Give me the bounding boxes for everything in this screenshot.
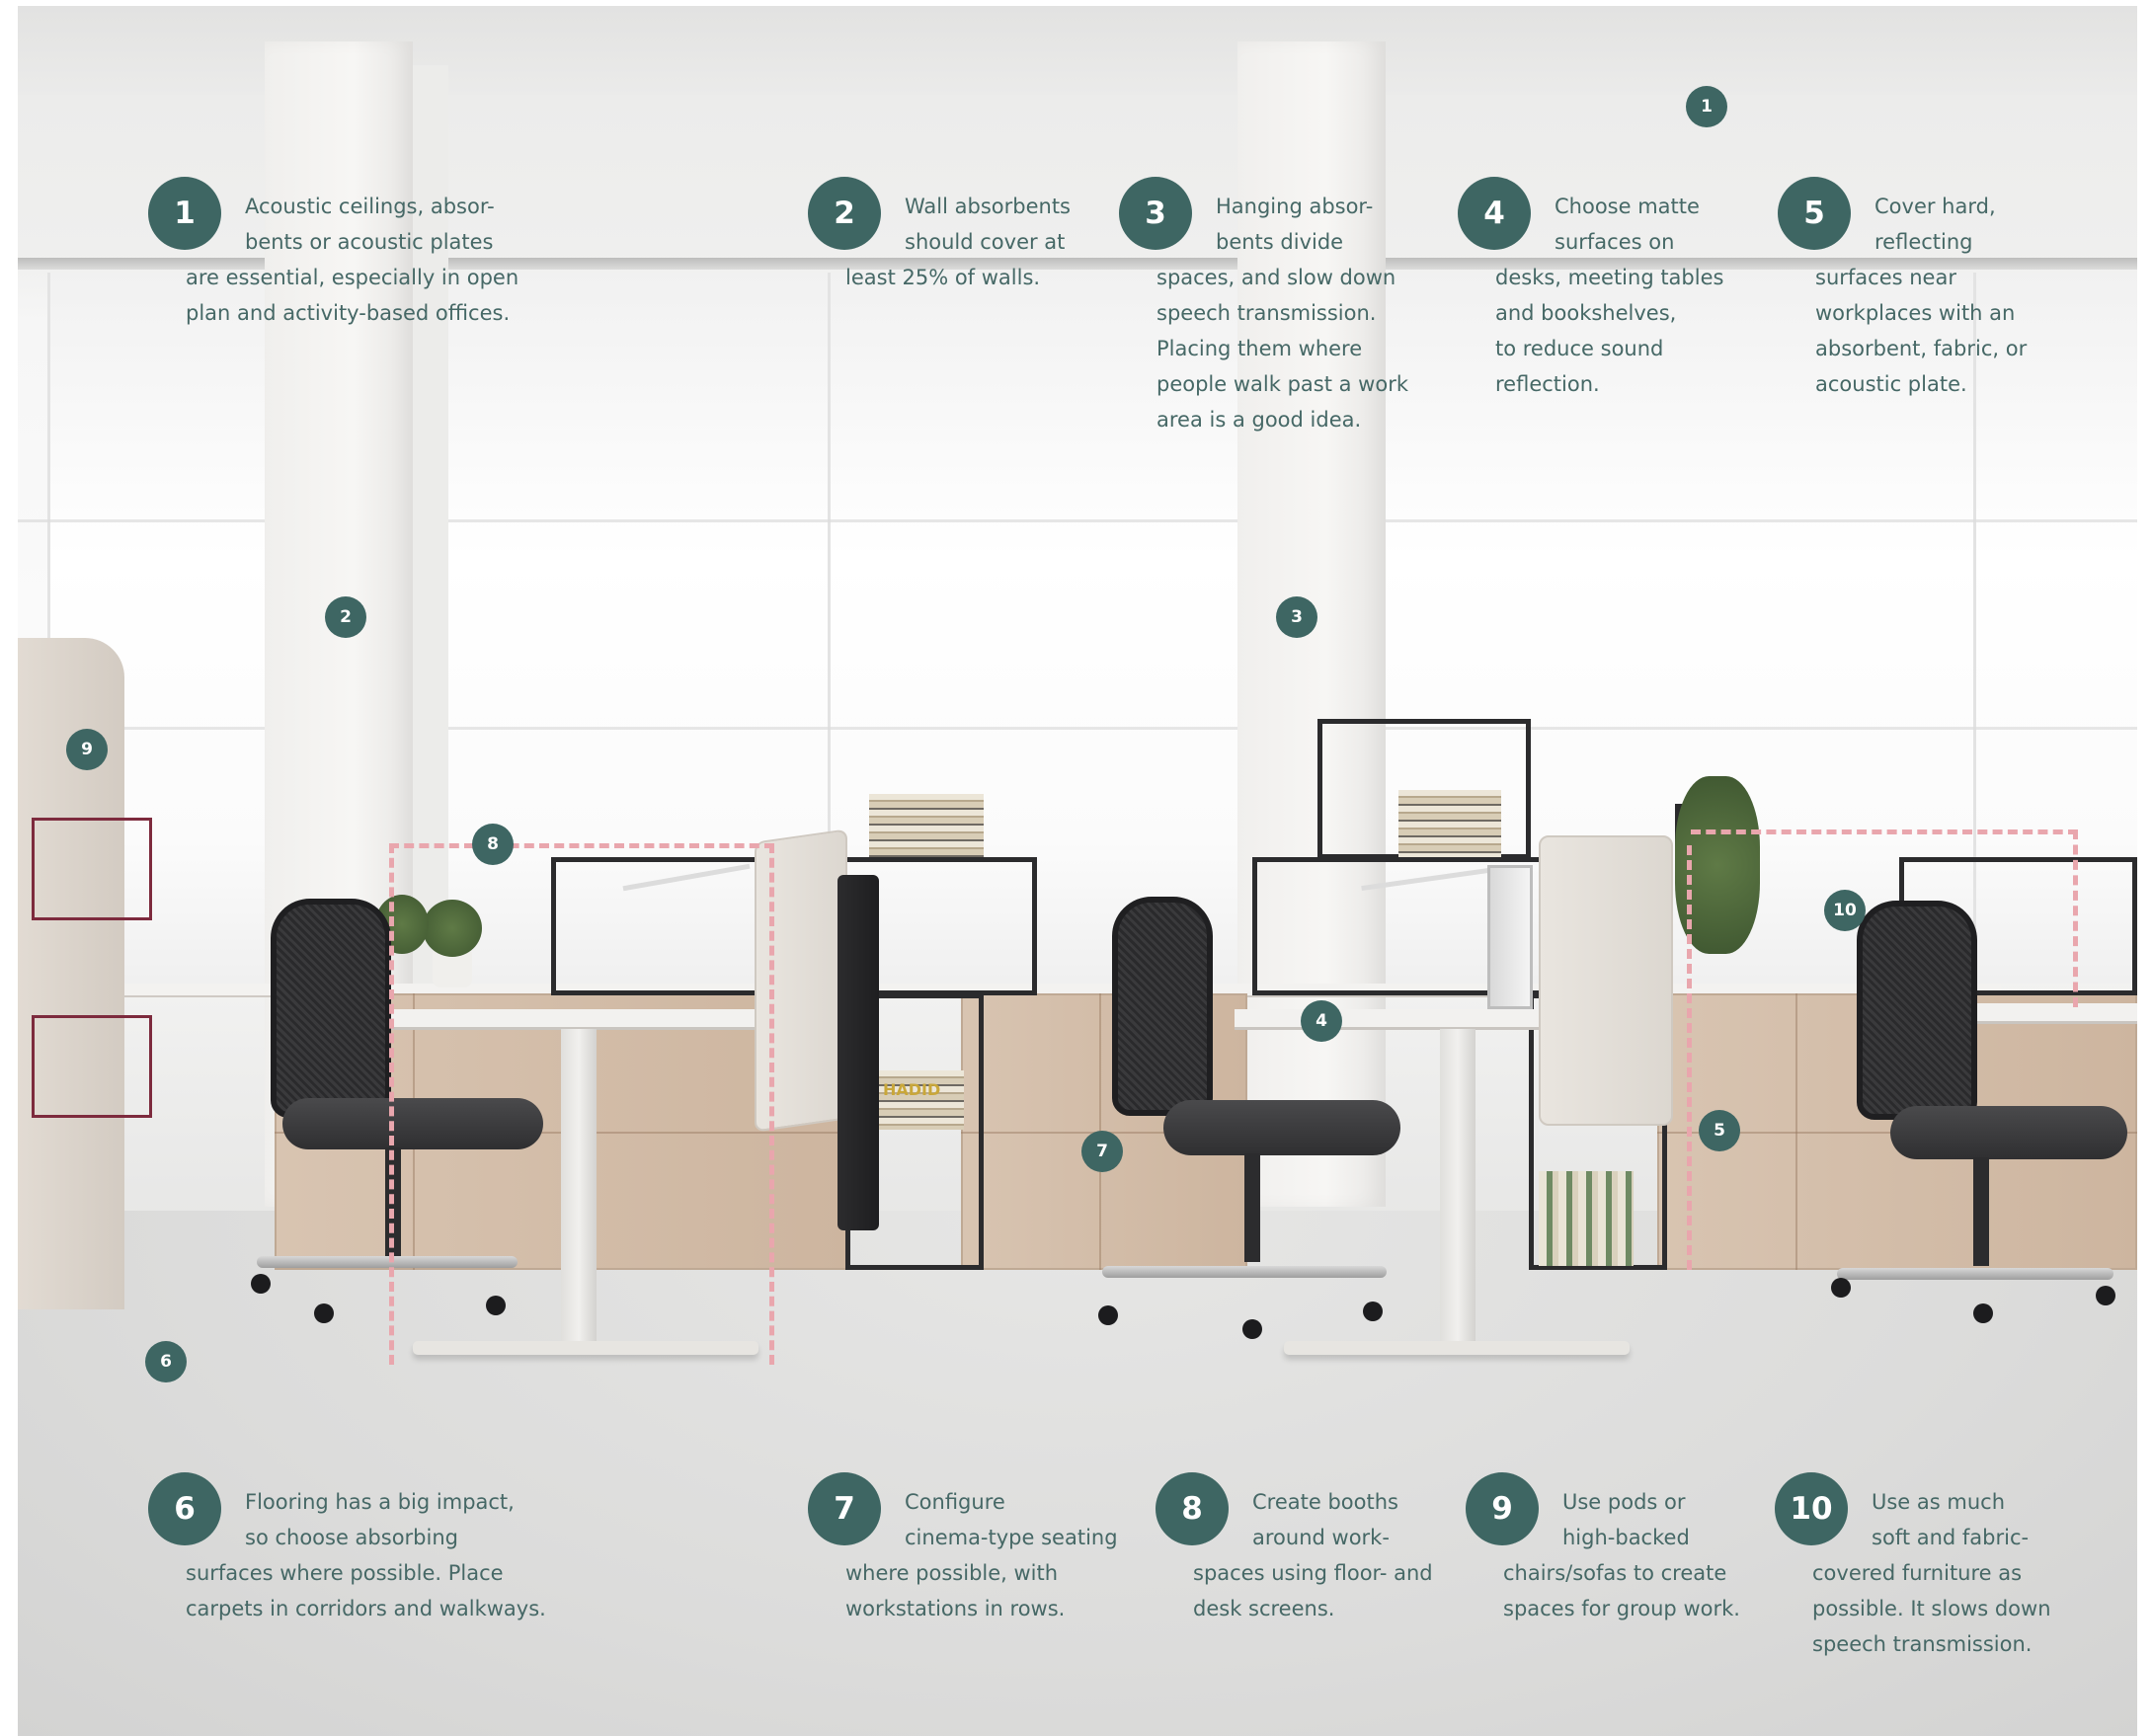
callout-number: 2 xyxy=(808,177,881,250)
pod-shelf xyxy=(32,818,152,920)
callout-line: workplaces with an xyxy=(1815,301,2016,325)
callout-number: 7 xyxy=(808,1472,881,1545)
cabinet-seam xyxy=(1795,993,1797,1270)
callout-line: and bookshelves, xyxy=(1495,301,1677,325)
callout-line: spaces, and slow down xyxy=(1156,266,1396,289)
callout-2: 2 Wall absorbents should cover at least … xyxy=(808,177,1071,295)
callout-line: spaces using floor- and xyxy=(1193,1561,1433,1585)
book-stack xyxy=(1398,790,1501,857)
callout-line: carpets in corridors and walkways. xyxy=(186,1597,546,1620)
scene-marker-7: 7 xyxy=(1081,1131,1123,1172)
office-chair-back xyxy=(271,899,391,1118)
callout-line: cinema-type seating xyxy=(905,1526,1118,1549)
callout-10: 10 Use as much soft and fabric- covered … xyxy=(1775,1472,2051,1662)
monitor xyxy=(1487,865,1533,1009)
callout-line: speech transmission. xyxy=(1812,1632,2033,1656)
callout-line: around work- xyxy=(1252,1526,1390,1549)
office-chair-seat xyxy=(1163,1100,1400,1155)
callout-line: people walk past a work xyxy=(1156,372,1408,396)
book-spine-text: HADID xyxy=(883,1080,941,1099)
callout-5: 5 Cover hard, reflecting surfaces near w… xyxy=(1778,177,2027,402)
callout-line: Placing them where xyxy=(1156,337,1363,360)
booth-outline xyxy=(389,843,774,1365)
office-chair-stem xyxy=(1244,1153,1260,1262)
callout-line: Flooring has a big impact, xyxy=(245,1490,515,1514)
callout-line: least 25% of walls. xyxy=(845,266,1041,289)
callout-number: 9 xyxy=(1466,1472,1539,1545)
callout-line: surfaces where possible. Place xyxy=(186,1561,504,1585)
callout-3: 3 Hanging absor- bents divide spaces, an… xyxy=(1119,177,1408,437)
callout-line: covered furniture as xyxy=(1812,1561,2023,1585)
chair-wheel xyxy=(1831,1278,1851,1298)
callout-line: where possible, with xyxy=(845,1561,1059,1585)
chair-wheel xyxy=(1098,1305,1118,1325)
callout-line: desks, meeting tables xyxy=(1495,266,1724,289)
chair-wheel xyxy=(314,1303,334,1323)
office-chair-stem xyxy=(1973,1157,1989,1266)
callout-line: soft and fabric- xyxy=(1872,1526,2030,1549)
chair-wheel xyxy=(2096,1286,2115,1305)
office-chair-back xyxy=(1112,897,1213,1116)
chair-wheel xyxy=(1363,1302,1383,1321)
scene-marker-2: 2 xyxy=(325,596,366,638)
callout-line: so choose absorbing xyxy=(245,1526,458,1549)
callout-8: 8 Create booths around work- spaces usin… xyxy=(1156,1472,1433,1626)
callout-line: workstations in rows. xyxy=(845,1597,1066,1620)
callout-line: are essential, especially in open xyxy=(186,266,519,289)
callout-line: possible. It slows down xyxy=(1812,1597,2051,1620)
callout-line: spaces for group work. xyxy=(1503,1597,1740,1620)
desk-leg xyxy=(1440,1029,1475,1345)
chair-wheel xyxy=(1242,1319,1262,1339)
callout-6: 6 Flooring has a big impact, so choose a… xyxy=(148,1472,546,1626)
chair-wheel xyxy=(1973,1303,1993,1323)
scene-marker-6: 6 xyxy=(145,1341,187,1382)
office-chair-base xyxy=(1837,1268,2113,1280)
callout-number: 10 xyxy=(1775,1472,1848,1545)
hanging-jacket xyxy=(837,875,879,1230)
office-chair-base xyxy=(1102,1266,1387,1278)
callout-line: to reduce sound xyxy=(1495,337,1664,360)
callout-number: 1 xyxy=(148,177,221,250)
callout-line: bents or acoustic plates xyxy=(245,230,494,254)
scene-marker-10: 10 xyxy=(1824,890,1866,931)
callout-9: 9 Use pods or high-backed chairs/sofas t… xyxy=(1466,1472,1740,1626)
callout-line: surfaces near xyxy=(1815,266,1956,289)
booth-outline xyxy=(1687,845,1697,1270)
pod-shelf xyxy=(32,1015,152,1118)
callout-line: speech transmission. xyxy=(1156,301,1377,325)
callout-line: area is a good idea. xyxy=(1156,408,1362,432)
callout-line: should cover at xyxy=(905,230,1066,254)
callout-7: 7 Configure cinema-type seating where po… xyxy=(808,1472,1118,1626)
scene-marker-4: 4 xyxy=(1301,1000,1342,1042)
callout-number: 5 xyxy=(1778,177,1851,250)
callout-1: 1 Acoustic ceilings, absor- bents or aco… xyxy=(148,177,518,331)
callout-line: acoustic plate. xyxy=(1815,372,1967,396)
callout-line: reflection. xyxy=(1495,372,1600,396)
chair-wheel xyxy=(251,1274,271,1294)
office-chair-seat xyxy=(1890,1106,2127,1159)
callout-number: 4 xyxy=(1458,177,1531,250)
book-row xyxy=(1539,1171,1634,1266)
callout-number: 8 xyxy=(1156,1472,1229,1545)
book-stack: HADID xyxy=(869,1070,964,1130)
scene-marker-5: 5 xyxy=(1699,1110,1740,1151)
callout-4: 4 Choose matte surfaces on desks, meetin… xyxy=(1458,177,1723,402)
callout-line: desk screens. xyxy=(1193,1597,1335,1620)
callout-line: Acoustic ceilings, absor- xyxy=(245,195,495,218)
booth-outline xyxy=(1691,829,2078,1007)
callout-line: absorbent, fabric, or xyxy=(1815,337,2028,360)
scene-marker-8: 8 xyxy=(472,824,514,865)
scene-marker-3: 3 xyxy=(1276,596,1317,638)
scene-marker-1: 1 xyxy=(1686,86,1727,127)
desk-screen xyxy=(1539,835,1673,1126)
callout-line: chairs/sofas to create xyxy=(1503,1561,1727,1585)
scene-marker-9: 9 xyxy=(66,729,108,770)
book-stack xyxy=(869,794,984,857)
callout-line: plan and activity-based offices. xyxy=(186,301,511,325)
desk-foot xyxy=(1284,1341,1630,1355)
callout-number: 6 xyxy=(148,1472,221,1545)
callout-number: 3 xyxy=(1119,177,1192,250)
